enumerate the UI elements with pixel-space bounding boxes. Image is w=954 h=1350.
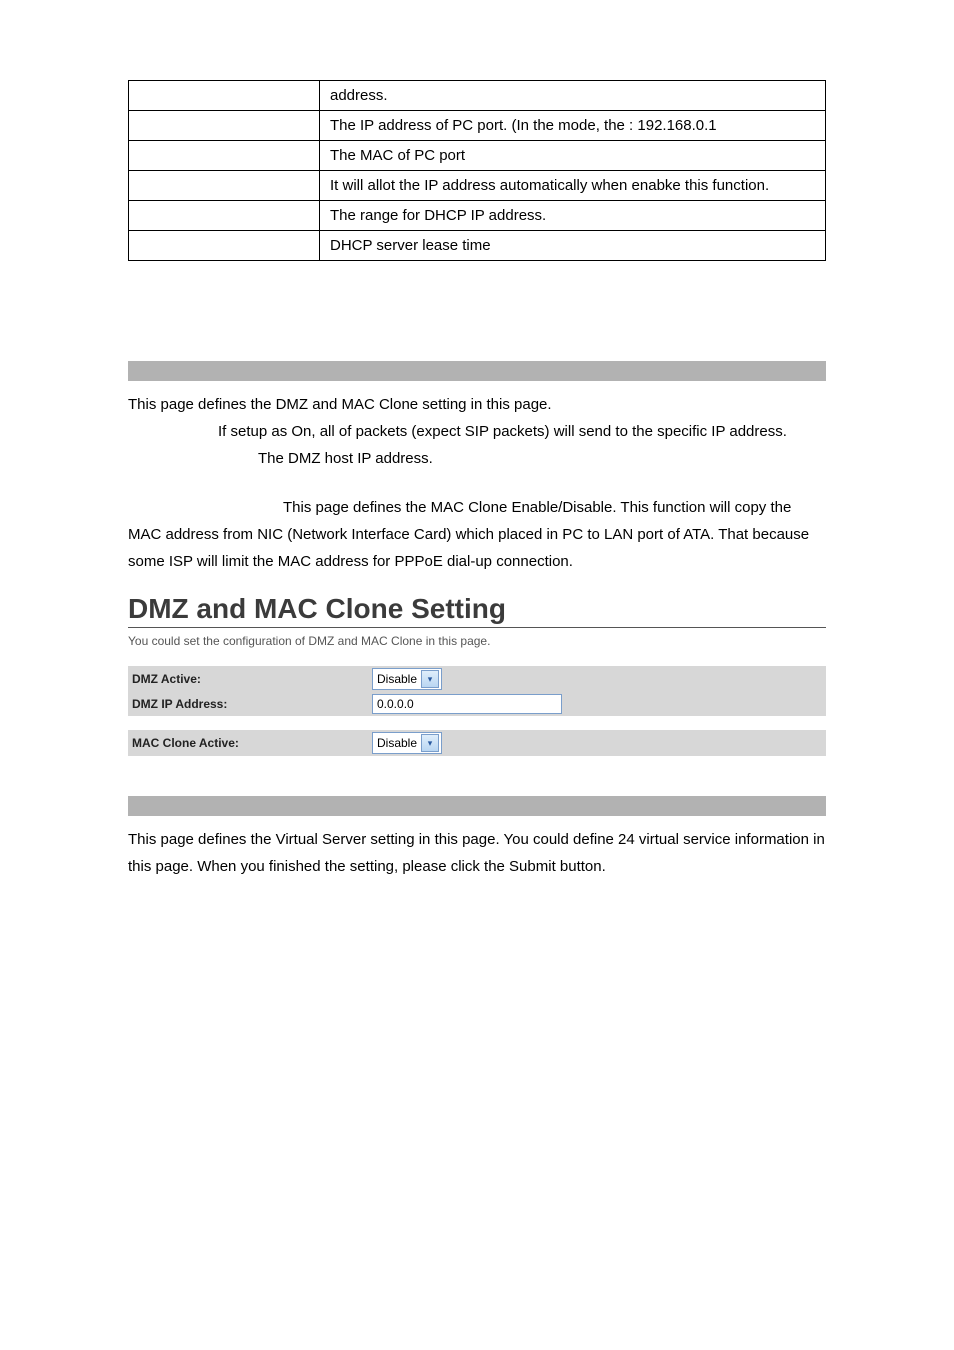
table-row: The MAC of PC port (129, 141, 826, 171)
table-cell-left (129, 81, 320, 111)
table-row: DHCP server lease time (129, 231, 826, 261)
table-row: The IP address of PC port. (In the mode,… (129, 111, 826, 141)
table-cell-right: It will allot the IP address automatical… (320, 171, 826, 201)
table-cell-left (129, 201, 320, 231)
table-row: address. (129, 81, 826, 111)
dmz-section-text: This page defines the DMZ and MAC Clone … (128, 391, 826, 575)
select-mac-clone-value: Disable (377, 736, 421, 750)
screenshot-subtitle: You could set the configuration of DMZ a… (128, 634, 826, 648)
form-gap (128, 716, 826, 730)
chevron-down-icon: ▾ (421, 734, 439, 752)
dmz-line1: If setup as On, all of packets (expect S… (218, 418, 826, 445)
chevron-down-icon: ▾ (421, 670, 439, 688)
table-cell-left (129, 171, 320, 201)
dmz-mac-clone-screenshot: DMZ and MAC Clone Setting You could set … (128, 593, 826, 756)
label-dmz-ip: DMZ IP Address: (132, 697, 372, 711)
row-mac-clone-active: MAC Clone Active: Disable ▾ (128, 730, 826, 756)
screenshot-title: DMZ and MAC Clone Setting (128, 593, 826, 625)
table-cell-left (129, 141, 320, 171)
table-cell-right: address. (320, 81, 826, 111)
mac-clone-paragraph: This page defines the MAC Clone Enable/D… (128, 494, 826, 575)
section-divider-bar (128, 361, 826, 381)
dmz-intro: This page defines the DMZ and MAC Clone … (128, 391, 826, 418)
table-cell-right: The MAC of PC port (320, 141, 826, 171)
input-dmz-ip-value: 0.0.0.0 (377, 697, 414, 711)
table-cell-right: The range for DHCP IP address. (320, 201, 826, 231)
table-row: The range for DHCP IP address. (129, 201, 826, 231)
screenshot-title-underline (128, 627, 826, 628)
input-dmz-ip[interactable]: 0.0.0.0 (372, 694, 562, 714)
form-band-dmz: DMZ Active: Disable ▾ DMZ IP Address: 0.… (128, 666, 826, 716)
section-divider-bar (128, 796, 826, 816)
table-cell-left (129, 231, 320, 261)
select-mac-clone-active[interactable]: Disable ▾ (372, 732, 442, 754)
label-mac-clone-active: MAC Clone Active: (132, 736, 372, 750)
select-dmz-active[interactable]: Disable ▾ (372, 668, 442, 690)
row-dmz-ip: DMZ IP Address: 0.0.0.0 (128, 692, 826, 716)
table-cell-left (129, 111, 320, 141)
form-band-mac: MAC Clone Active: Disable ▾ (128, 730, 826, 756)
table-cell-right: DHCP server lease time (320, 231, 826, 261)
table-cell-right: The IP address of PC port. (In the mode,… (320, 111, 826, 141)
description-table: address. The IP address of PC port. (In … (128, 80, 826, 261)
dmz-line2: The DMZ host IP address. (258, 445, 826, 472)
row-dmz-active: DMZ Active: Disable ▾ (128, 666, 826, 692)
label-dmz-active: DMZ Active: (132, 672, 372, 686)
virtual-server-text: This page defines the Virtual Server set… (128, 826, 826, 880)
table-row: It will allot the IP address automatical… (129, 171, 826, 201)
select-dmz-active-value: Disable (377, 672, 421, 686)
